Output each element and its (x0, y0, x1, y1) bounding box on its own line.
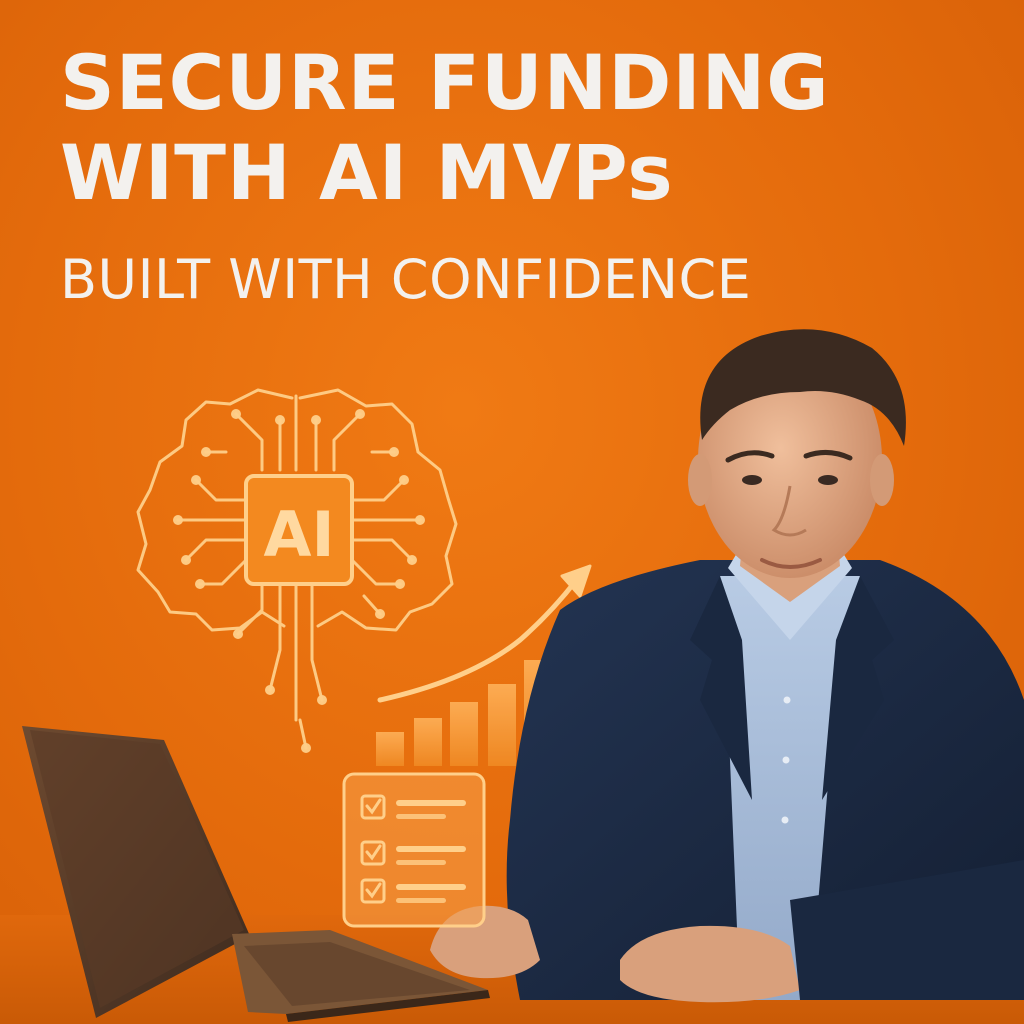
person-illustration (430, 329, 1024, 1003)
promo-banner: AI SECURE FUNDING WITH AI MVPs BUILT WIT… (0, 0, 1024, 1024)
ai-chip-label: AI (263, 498, 334, 571)
subheadline: BUILT WITH CONFIDENCE (60, 248, 752, 311)
ai-chip: AI (244, 474, 354, 586)
headline-line-1: SECURE FUNDING (60, 38, 830, 127)
headline-line-2: WITH AI MVPs (60, 128, 674, 217)
checklist-icon (342, 772, 486, 928)
